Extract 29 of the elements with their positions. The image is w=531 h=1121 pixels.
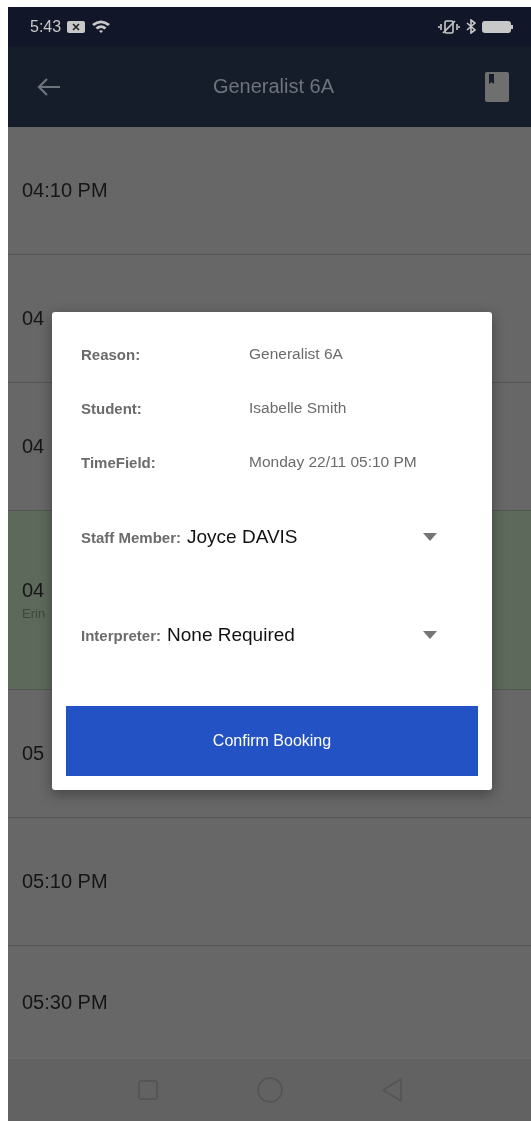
slot-time: 04 <box>22 435 45 459</box>
dropdown-field[interactable]: Joyce DAVIS <box>187 526 478 548</box>
back-arrow-icon[interactable] <box>36 76 62 97</box>
slot-time: 04 <box>22 307 45 331</box>
dropdown-label: Staff Member: <box>81 528 181 546</box>
slot-time: 04 <box>22 579 45 603</box>
bluetooth-icon <box>466 19 476 35</box>
caret-icon <box>423 631 437 639</box>
dropdown-field[interactable]: None Required <box>167 624 478 646</box>
detail-value: Monday 22/11 05:10 PM <box>249 453 417 471</box>
detail-label: Reason: <box>81 345 142 363</box>
book-icon[interactable] <box>485 71 509 102</box>
detail-value: Generalist 6A <box>249 345 343 363</box>
wifi-icon <box>91 19 112 35</box>
caret-icon <box>423 533 437 541</box>
battery-icon <box>482 19 513 34</box>
screen-title: Generalist 6A <box>211 75 336 99</box>
slot-time: 04:10 PM <box>22 179 108 203</box>
vibrate-off-icon <box>438 19 460 34</box>
slot-time: 05:30 PM <box>22 990 108 1014</box>
dropdown-label: Interpreter: <box>81 626 162 644</box>
detail-value: Isabelle Smith <box>249 399 347 417</box>
sim-card-icon <box>67 20 86 34</box>
status-time: 5:43 <box>30 17 62 36</box>
detail-label: TimeField: <box>81 453 157 471</box>
confirm-button[interactable]: Confirm Booking <box>66 706 478 776</box>
slot-time: 05:10 PM <box>22 870 108 894</box>
slot-time: 05 <box>22 742 45 766</box>
detail-label: Student: <box>81 399 143 417</box>
